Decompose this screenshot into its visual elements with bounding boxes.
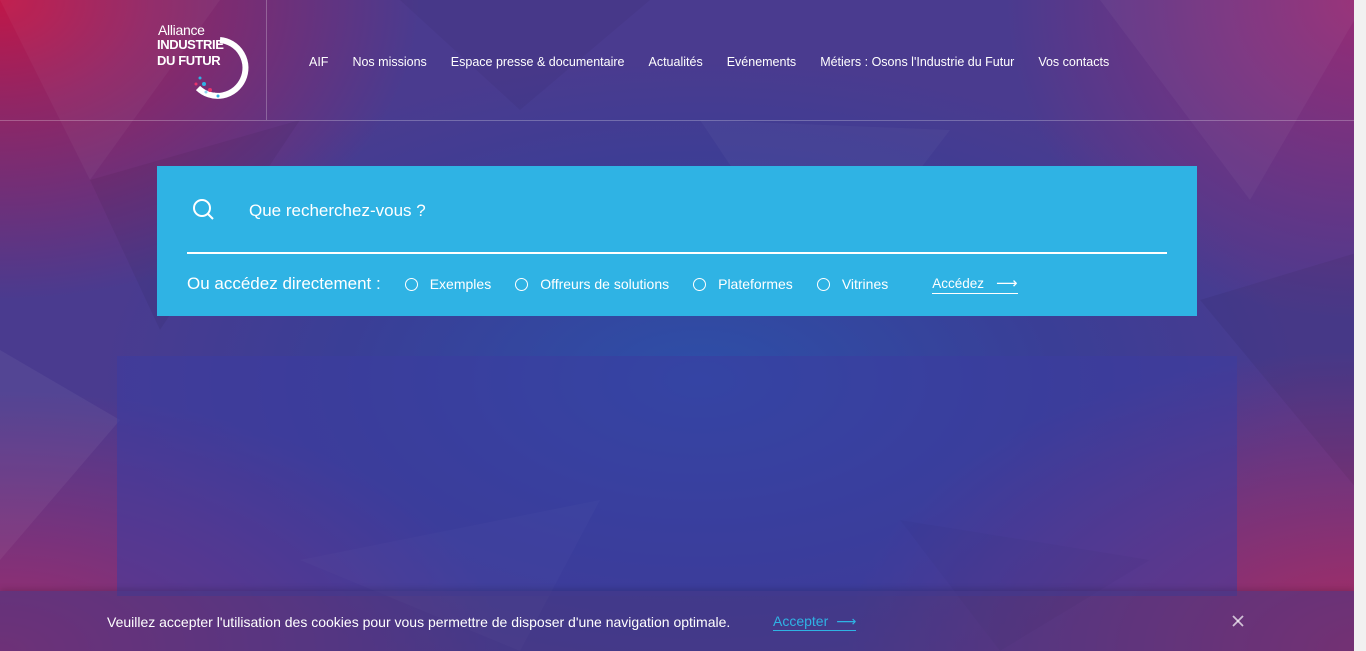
nav-item-evenements[interactable]: Evénements <box>727 55 796 69</box>
nav-item-missions[interactable]: Nos missions <box>352 55 426 69</box>
nav-item-metiers[interactable]: Métiers : Osons l'Industrie du Futur <box>820 55 1014 69</box>
search-input[interactable] <box>247 196 1151 226</box>
direct-access: Ou accédez directement : Exemples Offreu… <box>187 272 1018 296</box>
nav-item-aif[interactable]: AIF <box>309 55 328 69</box>
radio-offreurs[interactable]: Offreurs de solutions <box>515 276 669 292</box>
radio-label: Offreurs de solutions <box>540 276 670 292</box>
scrollbar[interactable] <box>1354 0 1366 651</box>
radio-exemples[interactable]: Exemples <box>404 276 492 292</box>
direct-access-label: Ou accédez directement : <box>187 274 381 293</box>
search-panel: Ou accédez directement : Exemples Offreu… <box>157 166 1197 316</box>
search-icon[interactable] <box>192 198 216 222</box>
radio-vitrines[interactable]: Vitrines <box>816 276 889 292</box>
main-content-panel <box>117 356 1237 596</box>
logo-ring-icon <box>194 37 249 99</box>
arrow-right-icon: ⟶ <box>836 613 857 629</box>
access-button[interactable]: Accédez ⟶ <box>932 274 1018 294</box>
radio-circle[interactable] <box>404 277 418 291</box>
nav-item-actualites[interactable]: Actualités <box>649 55 703 69</box>
search-bar <box>187 196 1167 254</box>
cookie-banner: Veuillez accepter l'utilisation des cook… <box>0 591 1354 651</box>
radio-label: Exemples <box>429 276 492 292</box>
site-header: Alliance INDUSTRIE DU FUTUR AIF Nos miss… <box>0 0 1354 121</box>
radio-circle[interactable] <box>515 277 529 291</box>
arrow-right-icon: ⟶ <box>996 275 1018 292</box>
radio-circle[interactable] <box>693 277 707 291</box>
access-button-label: Accédez <box>932 275 985 291</box>
close-icon[interactable] <box>1229 612 1247 630</box>
radio-circle[interactable] <box>816 277 830 291</box>
nav-item-contacts[interactable]: Vos contacts <box>1038 55 1109 69</box>
radio-plateformes[interactable]: Plateformes <box>693 276 793 292</box>
cookie-message: Veuillez accepter l'utilisation des cook… <box>107 614 731 630</box>
cookie-accept-button[interactable]: Accepter ⟶ <box>773 613 857 631</box>
radio-label: Vitrines <box>841 276 889 292</box>
cookie-accept-label: Accepter <box>773 613 829 629</box>
main-nav: AIF Nos missions Espace presse & documen… <box>309 55 1133 69</box>
logo[interactable]: Alliance INDUSTRIE DU FUTUR <box>150 0 267 120</box>
radio-label: Plateformes <box>718 276 793 292</box>
nav-item-presse[interactable]: Espace presse & documentaire <box>451 55 625 69</box>
